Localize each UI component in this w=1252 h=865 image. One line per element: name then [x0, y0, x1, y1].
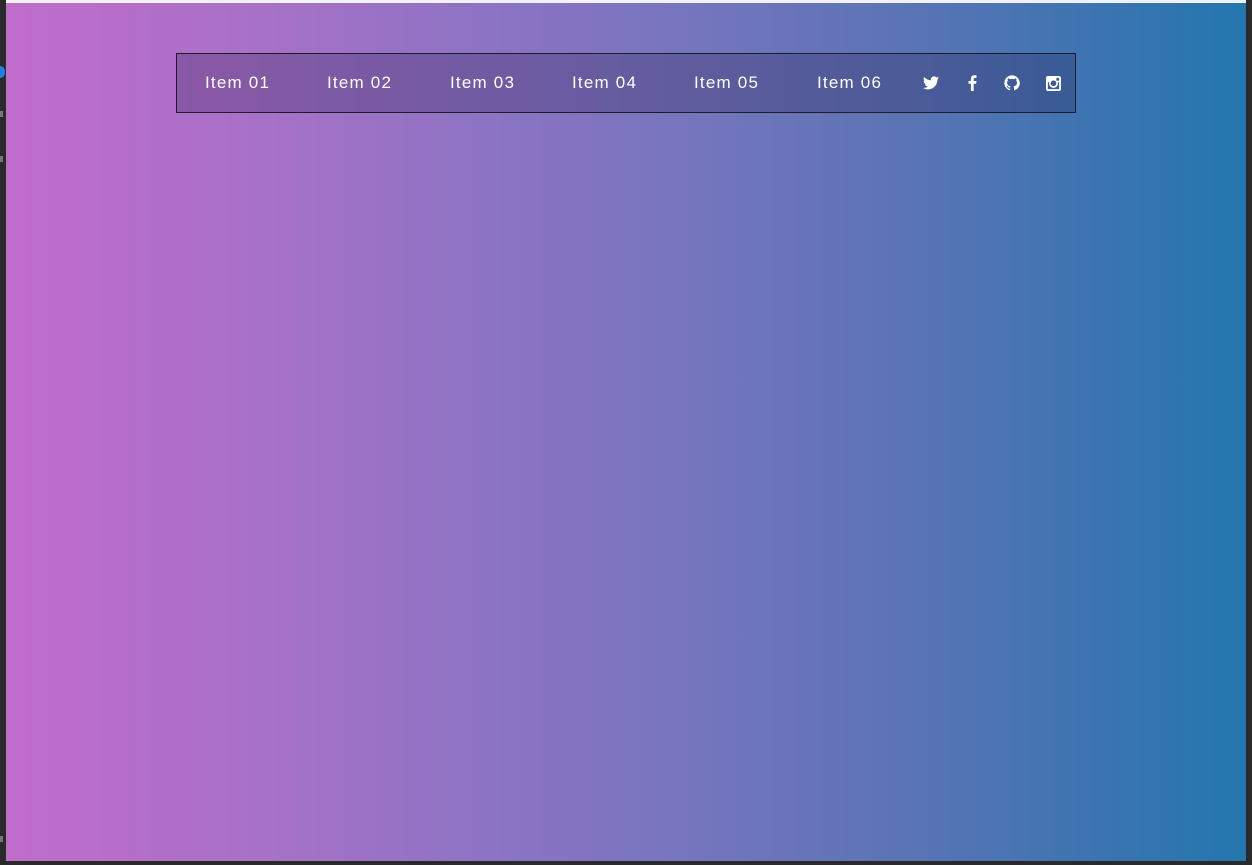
navbar: Item 01 Item 02 Item 03 Item 04 Item 05 …: [176, 53, 1076, 113]
edge-tick: [0, 836, 3, 842]
nav-item-01[interactable]: Item 01: [205, 54, 270, 112]
instagram-icon[interactable]: [1044, 74, 1062, 92]
github-icon[interactable]: [1003, 74, 1021, 92]
app-window: Item 01 Item 02 Item 03 Item 04 Item 05 …: [0, 0, 1252, 865]
twitter-icon[interactable]: [922, 74, 940, 92]
right-window-edge: [1246, 0, 1252, 865]
nav-item-06[interactable]: Item 06: [817, 54, 882, 112]
edge-tick: [0, 156, 3, 162]
nav-item-03[interactable]: Item 03: [450, 54, 515, 112]
nav-item-04[interactable]: Item 04: [572, 54, 637, 112]
nav-item-05[interactable]: Item 05: [694, 54, 759, 112]
facebook-icon[interactable]: [963, 74, 981, 92]
page-background: Item 01 Item 02 Item 03 Item 04 Item 05 …: [6, 3, 1246, 861]
edge-tick: [0, 111, 3, 117]
window-indicator-dot: [0, 66, 5, 78]
nav-item-02[interactable]: Item 02: [327, 54, 392, 112]
bottom-window-edge: [0, 861, 1252, 865]
